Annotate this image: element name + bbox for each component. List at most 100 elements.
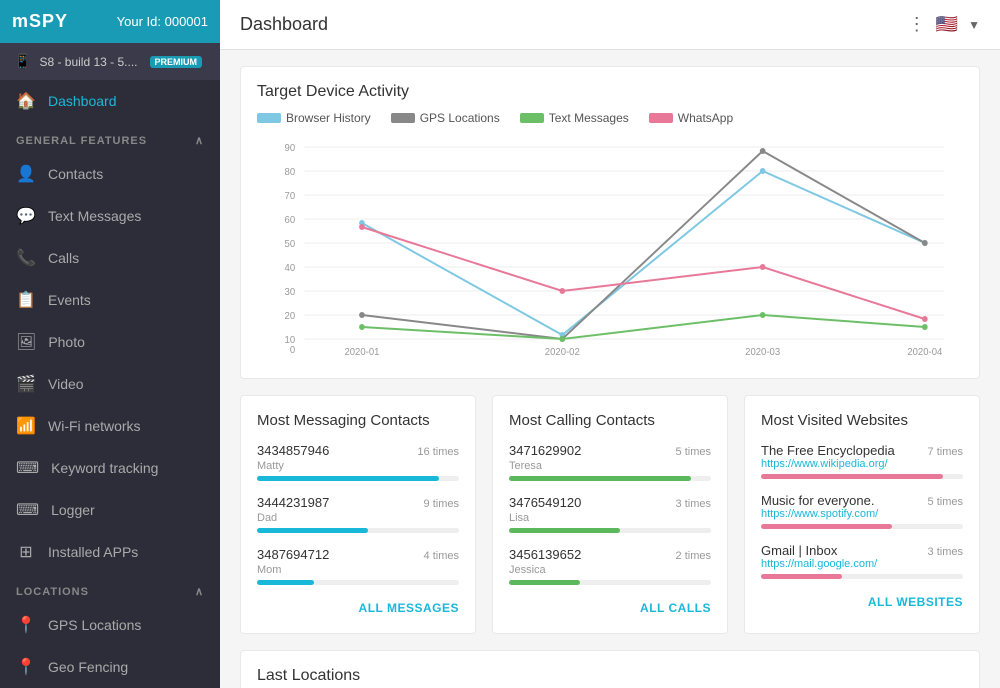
sidebar: mSPY Your Id: 000001 📱 S8 - build 13 - 5… <box>0 0 220 688</box>
website-1: The Free Encyclopedia https://www.wikipe… <box>761 443 963 479</box>
messaging-card-title: Most Messaging Contacts <box>257 412 459 429</box>
all-calls-link[interactable]: ALL CALLS <box>640 601 711 615</box>
topbar-right: ⋮ 🇺🇸 ▼ <box>908 14 980 35</box>
contact-name: Matty <box>257 460 459 472</box>
legend-whatsapp-label: WhatsApp <box>678 111 733 125</box>
events-icon: 📋 <box>16 290 36 310</box>
website-url[interactable]: https://www.wikipedia.org/ <box>761 458 895 470</box>
sidebar-label-wifi: Wi-Fi networks <box>48 418 141 434</box>
whatsapp-legend-color <box>649 113 673 123</box>
contact-times: 3 times <box>676 498 711 510</box>
calling-card-title: Most Calling Contacts <box>509 412 711 429</box>
legend-browser-label: Browser History <box>286 111 371 125</box>
gps-legend-color <box>391 113 415 123</box>
calling-contact-3: 3456139652 2 times Jessica <box>509 547 711 585</box>
messaging-contacts-card: Most Messaging Contacts 3434857946 16 ti… <box>240 395 476 634</box>
svg-text:30: 30 <box>285 287 296 298</box>
svg-text:50: 50 <box>285 239 296 250</box>
user-id: Your Id: 000001 <box>117 14 208 29</box>
legend-gps-label: GPS Locations <box>420 111 500 125</box>
device-name: S8 - build 13 - 5.... <box>39 55 137 69</box>
contact-number: 3434857946 <box>257 443 329 458</box>
svg-text:90: 90 <box>285 143 296 154</box>
messaging-contact-2: 3444231987 9 times Dad <box>257 495 459 533</box>
topbar: Dashboard ⋮ 🇺🇸 ▼ <box>220 0 1000 50</box>
sidebar-item-video[interactable]: 🎬 Video <box>0 363 220 405</box>
sidebar-item-geo[interactable]: 📍 Geo Fencing <box>0 646 220 688</box>
main-content: Dashboard ⋮ 🇺🇸 ▼ Target Device Activity … <box>220 0 1000 688</box>
legend-sms: Text Messages <box>520 111 629 125</box>
gps-icon: 📍 <box>16 615 36 635</box>
activity-chart-card: Target Device Activity Browser History G… <box>240 66 980 379</box>
contact-number: 3456139652 <box>509 547 581 562</box>
contact-times: 16 times <box>417 446 459 458</box>
sidebar-label-events: Events <box>48 292 91 308</box>
website-desc: Music for everyone. <box>761 493 878 508</box>
contact-times: 2 times <box>676 550 711 562</box>
flag-icon[interactable]: 🇺🇸 <box>936 14 958 35</box>
sidebar-label-geo: Geo Fencing <box>48 659 128 675</box>
contact-name: Lisa <box>509 512 711 524</box>
website-times: 5 times <box>928 496 963 508</box>
legend-gps: GPS Locations <box>391 111 500 125</box>
website-desc: Gmail | Inbox <box>761 543 877 558</box>
all-messages-link[interactable]: ALL MESSAGES <box>359 601 459 615</box>
logo: mSPY <box>12 11 68 32</box>
photo-icon: 🖼 <box>16 332 36 352</box>
sidebar-item-text-messages[interactable]: 💬 Text Messages <box>0 195 220 237</box>
keyword-icon: ⌨ <box>16 458 39 478</box>
sidebar-label-gps: GPS Locations <box>48 617 141 633</box>
calling-contact-1: 3471629902 5 times Teresa <box>509 443 711 481</box>
sidebar-item-events[interactable]: 📋 Events <box>0 279 220 321</box>
website-2: Music for everyone. https://www.spotify.… <box>761 493 963 529</box>
sidebar-item-apps[interactable]: ⊞ Installed APPs <box>0 531 220 573</box>
chevron-down-icon[interactable]: ▼ <box>968 18 980 32</box>
last-locations-card: Last Locations <box>240 650 980 688</box>
sidebar-label-calls: Calls <box>48 250 79 266</box>
contact-number: 3471629902 <box>509 443 581 458</box>
chart-title: Target Device Activity <box>257 83 963 101</box>
contact-name: Mom <box>257 564 459 576</box>
sidebar-item-logger[interactable]: ⌨ Logger <box>0 489 220 531</box>
website-url[interactable]: https://mail.google.com/ <box>761 558 877 570</box>
premium-badge: PREMIUM <box>150 56 203 68</box>
sidebar-header: mSPY Your Id: 000001 <box>0 0 220 43</box>
sms-legend-color <box>520 113 544 123</box>
sidebar-label-logger: Logger <box>51 502 95 518</box>
calling-contacts-card: Most Calling Contacts 3471629902 5 times… <box>492 395 728 634</box>
svg-text:70: 70 <box>285 191 296 202</box>
sidebar-item-photo[interactable]: 🖼 Photo <box>0 321 220 363</box>
content-area: Target Device Activity Browser History G… <box>220 50 1000 688</box>
sidebar-item-keyword[interactable]: ⌨ Keyword tracking <box>0 447 220 489</box>
contact-number: 3444231987 <box>257 495 329 510</box>
calls-icon: 📞 <box>16 248 36 268</box>
visited-websites-card: Most Visited Websites The Free Encyclope… <box>744 395 980 634</box>
page-title: Dashboard <box>240 14 328 35</box>
contact-number: 3476549120 <box>509 495 581 510</box>
sidebar-item-gps[interactable]: 📍 GPS Locations <box>0 604 220 646</box>
activity-chart-svg: 90 80 70 60 50 40 30 20 10 0 2020-01 202… <box>257 137 963 357</box>
sidebar-item-wifi[interactable]: 📶 Wi-Fi networks <box>0 405 220 447</box>
svg-text:80: 80 <box>285 167 296 178</box>
section-general-features: GENERAL FEATURES ∧ <box>0 122 220 153</box>
geo-icon: 📍 <box>16 657 36 677</box>
svg-text:2020-01: 2020-01 <box>344 347 379 357</box>
svg-text:60: 60 <box>285 215 296 226</box>
svg-text:20: 20 <box>285 311 296 322</box>
website-3: Gmail | Inbox https://mail.google.com/ 3… <box>761 543 963 579</box>
all-websites-link[interactable]: ALL WEBSITES <box>868 595 963 609</box>
sidebar-label-text-messages: Text Messages <box>48 208 141 224</box>
logger-icon: ⌨ <box>16 500 39 520</box>
sidebar-item-contacts[interactable]: 👤 Contacts <box>0 153 220 195</box>
sidebar-label-dashboard: Dashboard <box>48 93 117 109</box>
sidebar-item-dashboard[interactable]: 🏠 Dashboard <box>0 80 220 122</box>
more-options-icon[interactable]: ⋮ <box>908 14 926 35</box>
device-bar: 📱 S8 - build 13 - 5.... PREMIUM <box>0 43 220 80</box>
sidebar-item-calls[interactable]: 📞 Calls <box>0 237 220 279</box>
section-locations: LOCATIONS ∧ <box>0 573 220 604</box>
calling-contact-2: 3476549120 3 times Lisa <box>509 495 711 533</box>
video-icon: 🎬 <box>16 374 36 394</box>
legend-browser: Browser History <box>257 111 371 125</box>
website-url[interactable]: https://www.spotify.com/ <box>761 508 878 520</box>
message-icon: 💬 <box>16 206 36 226</box>
